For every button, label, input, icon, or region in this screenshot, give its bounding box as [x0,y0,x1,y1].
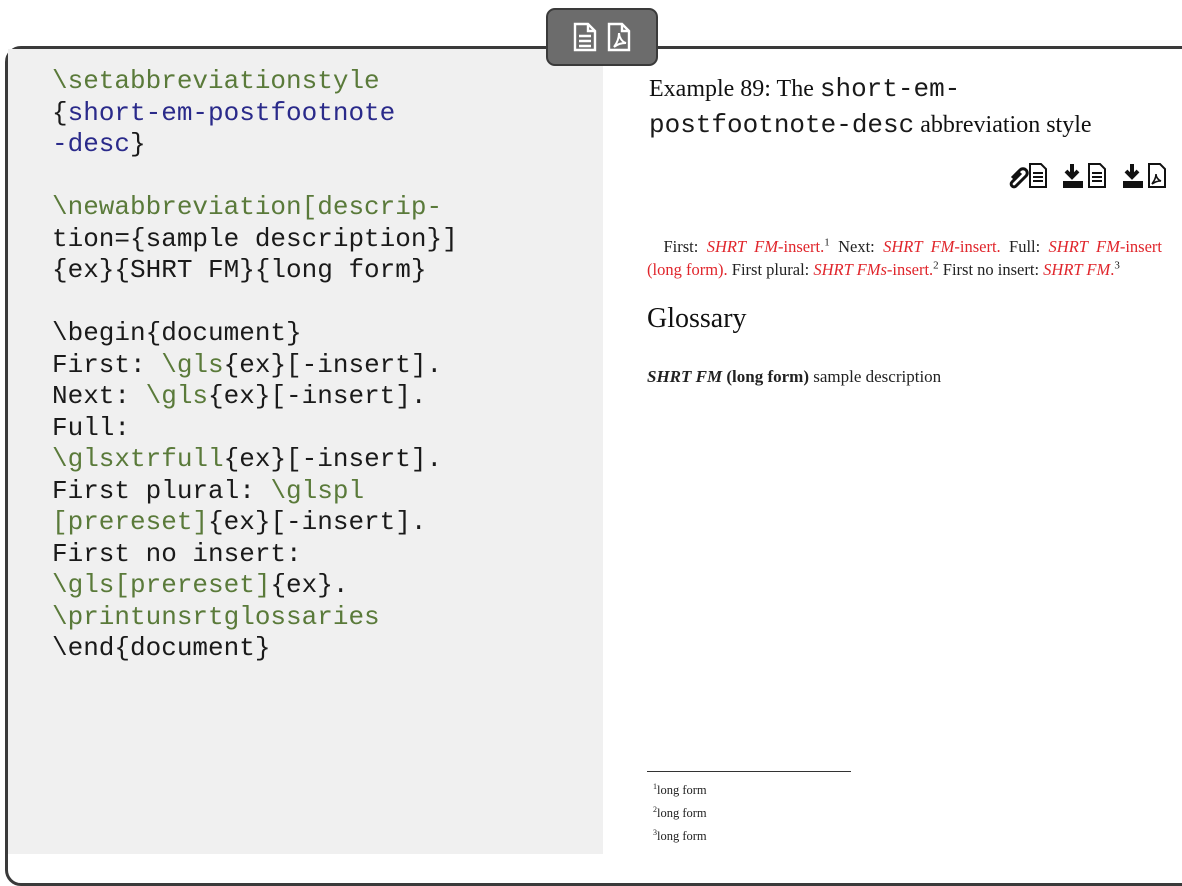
code-token: {ex}{SHRT FM}{long form} [52,255,427,285]
code-token: tion={sample description}] [52,223,458,254]
glossary-heading: Glossary [647,303,747,334]
entry-description: sample description [813,367,942,386]
footnote: 3long form [653,823,707,846]
attachment-source-icon[interactable] [1008,162,1048,190]
code-listing: \setabbreviationstyle {short-em-postfoot… [52,66,458,665]
body-text: First: [663,237,707,256]
footnote-rule [647,771,851,772]
code-token: \gls[prereset] [52,570,271,600]
footnote-text: long form [657,829,707,844]
glossary-link[interactable]: -insert. [778,237,824,256]
footnote: 1long form [653,777,707,800]
code-token: {ex}[-insert]. [208,381,427,411]
code-token: \end{document} [52,633,271,663]
code-token: [prereset] [52,507,209,537]
code-token: \glsxtrfull [52,444,224,474]
code-token: \begin{document} [52,318,302,348]
footnote-text: long form [657,806,707,821]
download-source-icon[interactable] [1062,162,1108,190]
code-token: {ex}[-insert]. [223,349,443,380]
example-title: Example 89: The short-em-postfootnote-de… [649,71,1149,143]
code-token: \setabbreviationstyle [52,66,380,96]
body-text: First plural: [727,260,814,279]
footnote: 2long form [653,800,707,823]
glossary-link[interactable]: SHRT FM [883,237,954,256]
example-icons [1008,162,1168,190]
code-token: \gls [161,349,224,380]
footnote-text: long form [657,783,707,798]
code-token: { [52,97,68,128]
code-token: First plural: [52,475,271,506]
code-panel: \setabbreviationstyle {short-em-postfoot… [8,49,603,854]
code-token: First no insert: [52,538,302,569]
code-token: -desc [52,129,131,159]
body-text: Full: [1000,237,1049,256]
view-source-tab[interactable] [546,8,658,66]
body-text: Next: [829,237,884,256]
code-token: \newabbreviation[descrip- [52,192,443,222]
source-file-icon[interactable] [572,22,598,52]
pdf-file-icon[interactable] [606,22,632,52]
glossary-link[interactable]: -insert. [954,237,1000,256]
output-paragraph: First: SHRT FM-insert.1 Next: SHRT FM-in… [647,235,1162,281]
entry-long-form: (long form) [726,367,809,386]
glossary-entry: SHRT FM (long form) sample description [647,367,941,387]
output-panel: Example 89: The short-em-postfootnote-de… [603,49,1182,854]
code-token: Next: [52,381,146,411]
code-token: } [130,129,146,159]
glossary-link[interactable]: -insert. [887,260,933,279]
footnotes: 1long form 2long form 3long form [653,777,707,846]
code-token: Full: [52,412,131,443]
code-token: {ex}[-insert]. [208,507,427,537]
code-token: short-em-postfootnote [67,97,396,128]
entry-term: SHRT FM [647,367,723,386]
code-token: \gls [145,381,209,411]
glossary-link[interactable]: SHRT FM [1049,237,1120,256]
code-token: {ex}. [270,570,349,600]
glossary-link[interactable]: SHRT FM [1043,260,1110,279]
code-token: \printunsrtglossaries [52,601,380,632]
glossary-link[interactable]: SHRT FMs [813,260,887,279]
download-pdf-icon[interactable] [1122,162,1168,190]
title-prefix: Example 89: The [649,76,820,102]
title-suffix: abbreviation style [914,112,1092,138]
body-text: First no insert: [938,260,1044,279]
code-token: {ex}[-insert]. [223,444,443,474]
code-token: \glspl [270,475,365,506]
glossary-link[interactable]: SHRT FM [707,237,778,256]
footnote-marker: 3 [1114,259,1120,272]
code-token: First: [52,349,162,380]
